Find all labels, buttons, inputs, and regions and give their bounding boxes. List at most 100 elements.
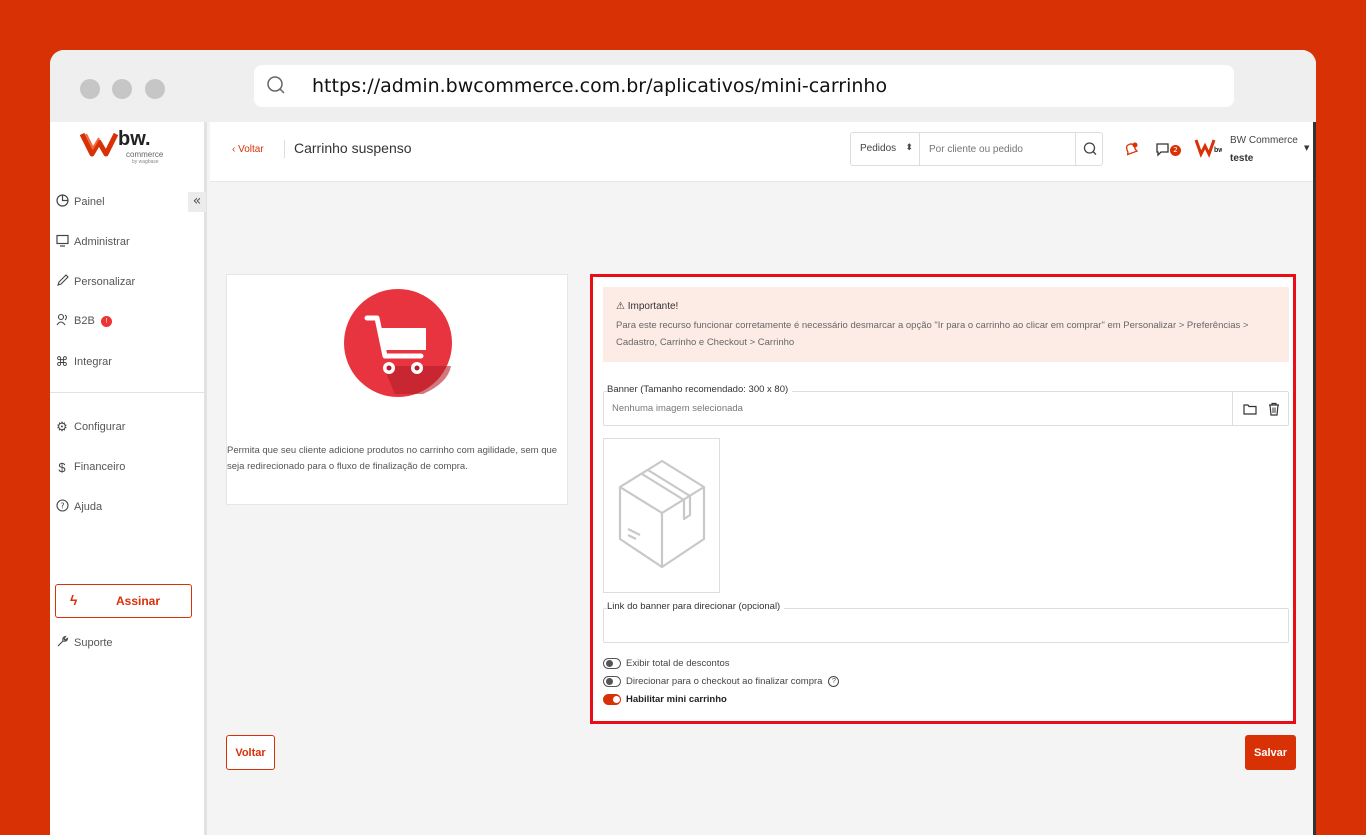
window-close-dot[interactable] <box>80 79 100 99</box>
monitor-icon <box>50 234 74 250</box>
toggle-label: Exibir total de descontos <box>626 658 730 669</box>
alert-title: Importante! <box>627 301 679 312</box>
assinar-label: Assinar <box>116 594 161 608</box>
sidebar-item-ajuda[interactable]: ? Ajuda <box>50 497 102 517</box>
pie-chart-icon <box>50 194 74 210</box>
app-description: Permita que seu cliente adicione produto… <box>227 445 558 472</box>
search-button[interactable] <box>1075 133 1104 165</box>
messages-badge: 2 <box>1170 145 1181 156</box>
search-icon <box>266 75 288 101</box>
sidebar-item-suporte[interactable]: Suporte <box>50 633 113 653</box>
window-minimize-dot[interactable] <box>112 79 132 99</box>
sidebar-item-label: Financeiro <box>74 461 126 473</box>
toggle-label: Habilitar mini carrinho <box>626 694 727 705</box>
page-title: Carrinho suspenso <box>294 140 412 156</box>
voltar-button[interactable]: Voltar <box>226 735 275 770</box>
store-name[interactable]: teste <box>1230 153 1253 164</box>
warning-icon: ⚠ <box>616 301 625 312</box>
logo[interactable]: bw. commerce by wagbase <box>80 128 180 172</box>
sidebar-collapse-button[interactable]: « <box>188 192 206 212</box>
browser-window: https://admin.bwcommerce.com.br/aplicati… <box>50 50 1316 835</box>
address-bar[interactable]: https://admin.bwcommerce.com.br/aplicati… <box>254 65 1234 107</box>
messages-icon[interactable] <box>1155 141 1171 161</box>
window-maximize-dot[interactable] <box>145 79 165 99</box>
svg-text:?: ? <box>60 502 64 511</box>
help-icon[interactable]: ? <box>828 676 840 687</box>
logo-tagline: by wagbase <box>132 159 159 165</box>
command-icon: ⌘ <box>55 354 69 369</box>
chevron-down-icon[interactable]: ▼ <box>1304 144 1309 152</box>
sidebar-item-administrar[interactable]: Administrar <box>50 232 130 252</box>
browser-chrome: https://admin.bwcommerce.com.br/aplicati… <box>50 50 1316 122</box>
lightning-icon: ϟ <box>70 592 78 608</box>
order-search: Pedidos ⬍ <box>850 132 1103 166</box>
sidebar-item-painel[interactable]: Painel <box>50 192 105 212</box>
sidebar-item-label: Ajuda <box>74 501 103 513</box>
banner-placeholder: Nenhuma imagem selecionada <box>612 403 743 414</box>
sidebar-item-financeiro[interactable]: $ Financeiro <box>50 457 125 477</box>
sidebar-item-label: Painel <box>74 196 105 208</box>
search-type-value: Pedidos <box>860 143 897 154</box>
alert-body: Para este recurso funcionar corretamente… <box>616 320 1249 348</box>
sidebar-item-label: Administrar <box>74 236 130 248</box>
toggle-row-checkout[interactable]: Direcionar para o checkout ao finalizar … <box>603 676 840 687</box>
mini-cart-toggle[interactable] <box>603 694 621 705</box>
sidebar-item-configurar[interactable]: ⚙ Configurar <box>50 417 125 437</box>
banner-upload-field[interactable]: Nenhuma imagem selecionada <box>603 391 1289 426</box>
sidebar: bw. commerce by wagbase « Painel Adminis… <box>50 122 207 835</box>
search-type-select[interactable]: Pedidos ⬍ <box>851 133 920 165</box>
toggle-knob <box>613 696 620 703</box>
shopping-cart-icon <box>344 289 452 397</box>
alert-title-row: ⚠ Importante! <box>616 301 678 312</box>
sidebar-item-label: Suporte <box>74 637 113 649</box>
pencil-icon <box>50 274 74 290</box>
logo-sub: commerce <box>126 150 164 159</box>
admin-app: bw. commerce by wagbase « Painel Adminis… <box>50 122 1316 835</box>
toggle-label: Direcionar para o checkout ao finalizar … <box>626 676 823 687</box>
toggle-row-discounts[interactable]: Exibir total de descontos <box>603 658 730 669</box>
svg-text:bw: bw <box>1214 147 1222 154</box>
logo-brand: bw. <box>118 128 151 150</box>
folder-icon[interactable] <box>1239 398 1261 420</box>
back-link[interactable]: ‹ Voltar <box>232 144 264 155</box>
b2b-badge: ! <box>100 315 112 327</box>
toggle-row-mini-cart[interactable]: Habilitar mini carrinho <box>603 694 727 705</box>
toggle-knob <box>606 660 613 667</box>
sidebar-item-label: Personalizar <box>74 276 136 288</box>
wrench-icon <box>50 635 74 651</box>
bell-icon[interactable] <box>1123 141 1139 161</box>
url-text[interactable]: https://admin.bwcommerce.com.br/aplicati… <box>312 75 887 97</box>
toggle-knob <box>606 678 613 685</box>
gear-icon: ⚙ <box>56 419 68 434</box>
sidebar-item-label: B2B <box>74 315 95 327</box>
trash-icon[interactable] <box>1263 398 1285 420</box>
dollar-icon: $ <box>58 459 66 475</box>
sidebar-divider <box>50 392 207 393</box>
important-alert: ⚠ Importante! Para este recurso funciona… <box>603 287 1289 362</box>
app-info-card: Permita que seu cliente adicione produto… <box>226 274 568 505</box>
field-divider <box>1232 392 1233 425</box>
select-arrows-icon: ⬍ <box>905 142 913 152</box>
avatar[interactable]: bw <box>1194 134 1224 164</box>
logo-mark-icon <box>80 132 118 157</box>
settings-card: ⚠ Importante! Para este recurso funciona… <box>590 274 1296 724</box>
checkout-toggle[interactable] <box>603 676 621 687</box>
box-placeholder-icon <box>618 459 706 569</box>
search-input[interactable] <box>929 144 1069 155</box>
sidebar-item-personalizar[interactable]: Personalizar <box>50 272 135 292</box>
help-circle-icon: ? <box>50 499 74 515</box>
user-name[interactable]: BW Commerce <box>1230 135 1298 146</box>
banner-preview[interactable] <box>603 438 720 593</box>
banner-link-label: Link do banner para direcionar (opcional… <box>607 601 785 612</box>
banner-label: Banner (Tamanho recomendado: 300 x 80) <box>607 384 793 395</box>
topbar: ‹ Voltar Carrinho suspenso Pedidos ⬍ 2 <box>210 122 1316 182</box>
sidebar-item-b2b[interactable]: B2B ! <box>50 311 112 331</box>
salvar-button[interactable]: Salvar <box>1245 735 1296 770</box>
sidebar-item-label: Integrar <box>74 356 112 368</box>
sidebar-item-integrar[interactable]: ⌘ Integrar <box>50 352 112 372</box>
discounts-toggle[interactable] <box>603 658 621 669</box>
users-icon <box>50 313 74 329</box>
assinar-button[interactable]: ϟ Assinar <box>55 584 192 618</box>
banner-link-input[interactable] <box>603 608 1289 643</box>
scrollbar[interactable] <box>1313 122 1316 835</box>
